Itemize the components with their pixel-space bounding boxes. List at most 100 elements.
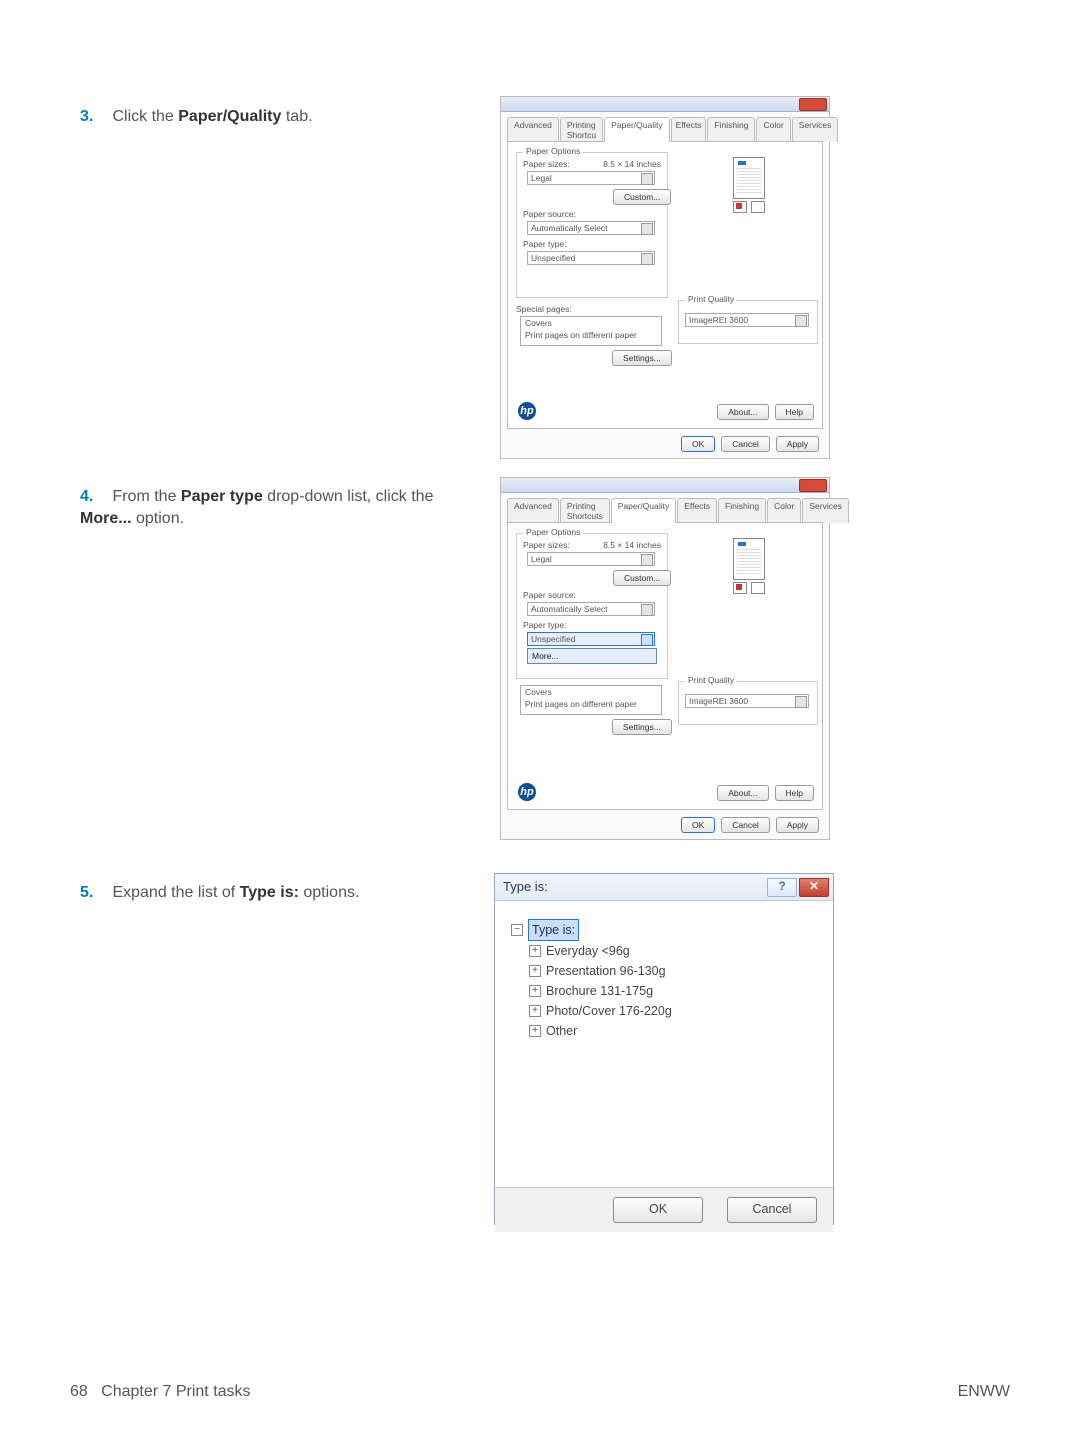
page-footer-right: ENWW <box>958 1383 1010 1401</box>
tree-node-everyday[interactable]: + Everyday <96g <box>529 941 817 961</box>
typeis-footer: OK Cancel <box>495 1187 833 1232</box>
about-button[interactable]: About... <box>717 785 768 801</box>
window-titlebar <box>501 97 829 112</box>
custom-button[interactable]: Custom... <box>613 189 671 205</box>
tab-effects[interactable]: Effects <box>677 498 717 523</box>
tree-root-label: Type is: <box>528 919 579 941</box>
step-5: 5. Expand the list of Type is: options. <box>80 882 460 904</box>
list-item[interactable]: Covers <box>521 317 661 329</box>
paper-options-group: Paper Options Paper sizes: 8.5 × 14 inch… <box>516 152 668 298</box>
paper-options-legend: Paper Options <box>523 146 583 156</box>
custom-button[interactable]: Custom... <box>613 570 671 586</box>
tab-advanced[interactable]: Advanced <box>507 117 559 142</box>
special-pages-group: Covers Print pages on different paper Se… <box>516 685 666 751</box>
close-icon[interactable] <box>799 98 827 111</box>
ok-button[interactable]: OK <box>613 1197 703 1223</box>
expand-icon[interactable]: + <box>529 1005 541 1017</box>
ok-button[interactable]: OK <box>681 817 715 833</box>
help-icon[interactable]: ? <box>767 878 797 897</box>
page-number: 68 <box>70 1383 88 1400</box>
paper-sizes-dim: 8.5 × 14 inches <box>603 540 661 550</box>
help-button[interactable]: Help <box>775 785 814 801</box>
tree-node-label: Photo/Cover 176-220g <box>546 1001 672 1021</box>
close-icon[interactable]: ✕ <box>799 878 829 897</box>
print-quality-group: Print Quality ImageREt 3600 <box>678 300 818 344</box>
print-quality-legend: Print Quality <box>685 675 737 685</box>
cancel-button[interactable]: Cancel <box>721 436 769 452</box>
tab-advanced[interactable]: Advanced <box>507 498 559 523</box>
print-quality-select[interactable]: ImageREt 3600 <box>685 313 809 327</box>
type-tree: − Type is: + Everyday <96g + Presentatio… <box>511 919 817 1041</box>
paper-sizes-dim: 8.5 × 14 inches <box>603 159 661 169</box>
tree-node-presentation[interactable]: + Presentation 96-130g <box>529 961 817 981</box>
tree-node-other[interactable]: + Other <box>529 1021 817 1041</box>
tab-finishing[interactable]: Finishing <box>718 498 766 523</box>
print-quality-legend: Print Quality <box>685 294 737 304</box>
window-titlebar <box>501 478 829 493</box>
paper-type-label: Paper type: <box>523 239 566 249</box>
paper-type-select[interactable]: Unspecified <box>527 251 655 265</box>
apply-button[interactable]: Apply <box>776 817 819 833</box>
ok-button[interactable]: OK <box>681 436 715 452</box>
tab-services[interactable]: Services <box>792 117 839 142</box>
special-pages-legend: Special pages: <box>516 304 572 314</box>
settings-button[interactable]: Settings... <box>612 350 672 366</box>
special-pages-group: Special pages: Covers Print pages on dif… <box>516 304 666 370</box>
typeis-title: Type is: <box>503 879 548 894</box>
paper-source-select[interactable]: Automatically Select <box>527 221 655 235</box>
apply-button[interactable]: Apply <box>776 436 819 452</box>
paper-size-select[interactable]: Legal <box>527 171 655 185</box>
step-5-number: 5. <box>80 882 108 904</box>
close-icon[interactable] <box>799 479 827 492</box>
tab-paper-quality[interactable]: Paper/Quality <box>604 117 670 142</box>
paper-options-group: Paper Options Paper sizes: 8.5 × 14 inch… <box>516 533 668 679</box>
tab-shortcuts[interactable]: Printing Shortcu <box>560 117 603 142</box>
tab-finishing[interactable]: Finishing <box>707 117 755 142</box>
page-preview <box>718 152 790 216</box>
tree-node-label: Other <box>546 1021 577 1041</box>
help-button[interactable]: Help <box>775 404 814 420</box>
tab-shortcuts[interactable]: Printing Shortcuts <box>560 498 610 523</box>
step-3-text: Click the Paper/Quality tab. <box>112 108 312 125</box>
paper-source-label: Paper source: <box>523 209 576 219</box>
paper-type-select[interactable]: Unspecified <box>527 632 655 646</box>
tab-effects[interactable]: Effects <box>671 117 707 142</box>
paper-type-dropdown-option-more[interactable]: More... <box>527 648 657 664</box>
list-item[interactable]: Print pages on different paper <box>521 329 661 341</box>
tree-root[interactable]: − Type is: <box>511 919 817 941</box>
print-quality-select[interactable]: ImageREt 3600 <box>685 694 809 708</box>
collapse-icon[interactable]: − <box>511 924 523 936</box>
list-item[interactable]: Print pages on different paper <box>521 698 661 710</box>
hp-logo: hp <box>518 402 536 420</box>
page-preview <box>718 533 790 597</box>
about-button[interactable]: About... <box>717 404 768 420</box>
expand-icon[interactable]: + <box>529 945 541 957</box>
hp-logo: hp <box>518 783 536 801</box>
step-5-text: Expand the list of Type is: options. <box>112 884 359 901</box>
cancel-button[interactable]: Cancel <box>721 817 769 833</box>
step-4: 4. From the Paper type drop-down list, c… <box>80 486 480 530</box>
paper-options-legend: Paper Options <box>523 527 583 537</box>
tree-node-brochure[interactable]: + Brochure 131-175g <box>529 981 817 1001</box>
tab-services[interactable]: Services <box>802 498 849 523</box>
paper-size-select[interactable]: Legal <box>527 552 655 566</box>
list-item[interactable]: Covers <box>521 686 661 698</box>
paper-source-select[interactable]: Automatically Select <box>527 602 655 616</box>
tab-color[interactable]: Color <box>767 498 801 523</box>
tab-color[interactable]: Color <box>756 117 790 142</box>
print-quality-group: Print Quality ImageREt 3600 <box>678 681 818 725</box>
paper-sizes-label: Paper sizes: <box>523 540 570 550</box>
expand-icon[interactable]: + <box>529 1025 541 1037</box>
settings-button[interactable]: Settings... <box>612 719 672 735</box>
expand-icon[interactable]: + <box>529 965 541 977</box>
special-pages-list[interactable]: Covers Print pages on different paper <box>520 316 662 346</box>
cancel-button[interactable]: Cancel <box>727 1197 817 1223</box>
paper-type-label: Paper type: <box>523 620 566 630</box>
expand-icon[interactable]: + <box>529 985 541 997</box>
typeis-titlebar: Type is: ? ✕ <box>495 874 833 901</box>
screenshot-step3: Advanced Printing Shortcu Paper/Quality … <box>500 96 830 459</box>
special-pages-list[interactable]: Covers Print pages on different paper <box>520 685 662 715</box>
tab-body: Paper Options Paper sizes: 8.5 × 14 inch… <box>507 141 823 429</box>
tree-node-photo-cover[interactable]: + Photo/Cover 176-220g <box>529 1001 817 1021</box>
tab-paper-quality[interactable]: Paper/Quality <box>611 498 677 523</box>
